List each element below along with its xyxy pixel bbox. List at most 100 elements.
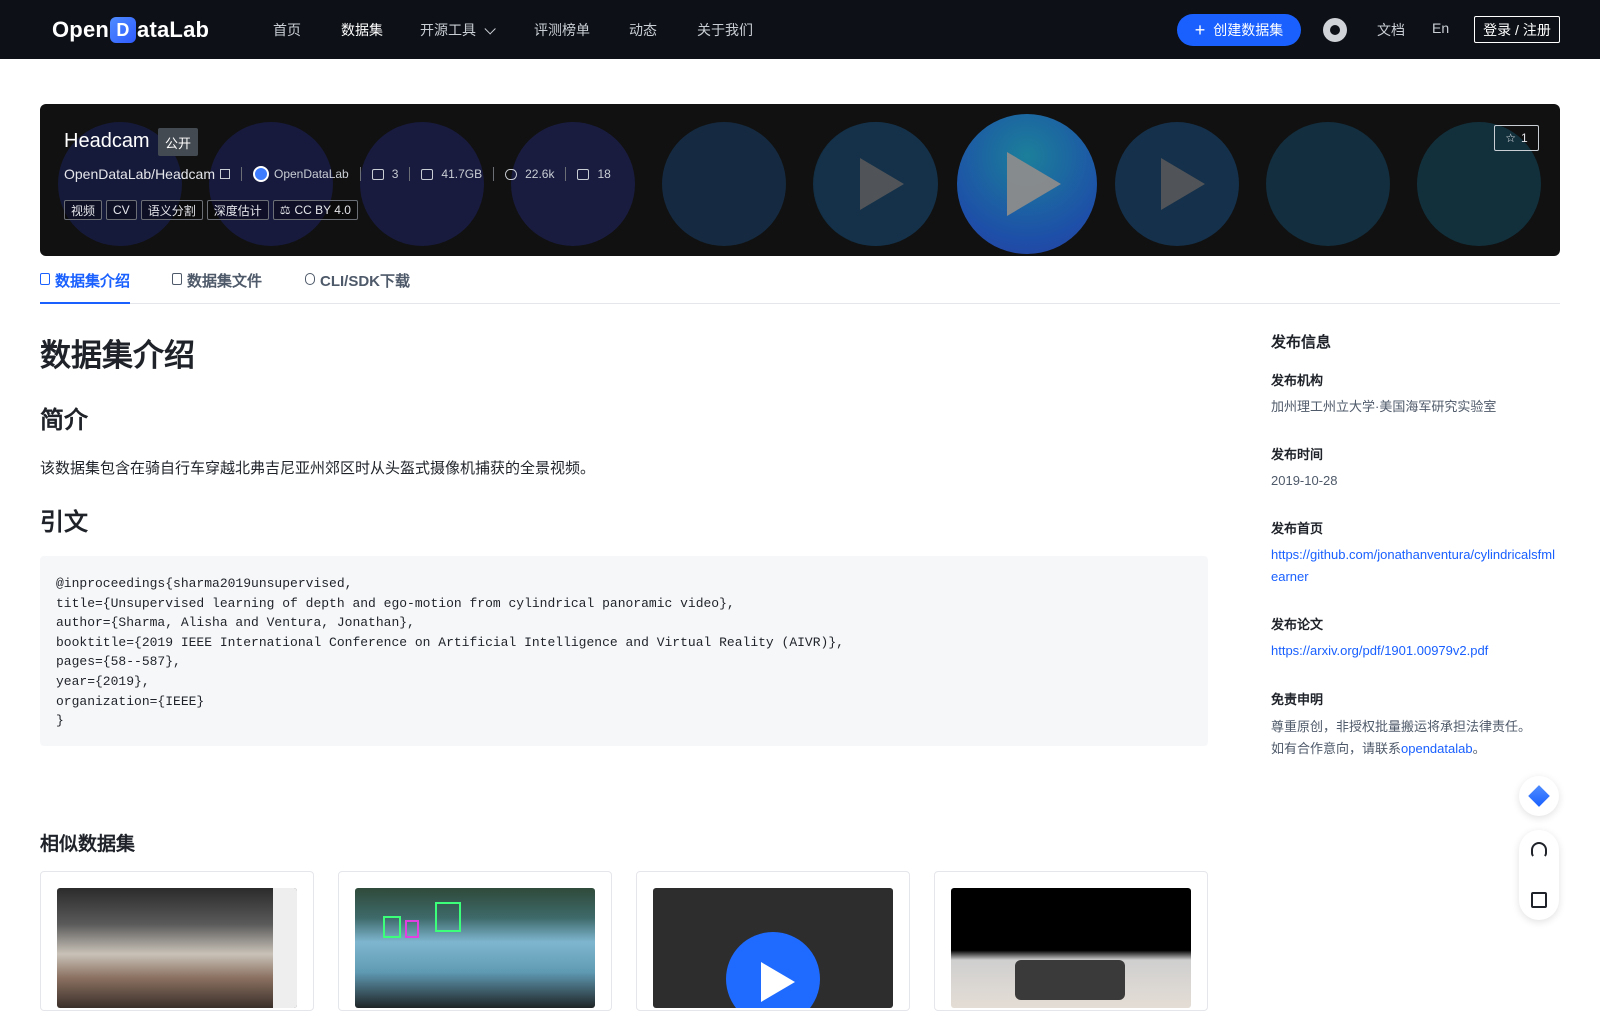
create-dataset-label: 创建数据集 [1213, 22, 1284, 38]
dataset-hero-banner: Headcam 公开 OpenDataLab/Headcam OpenDataL… [40, 104, 1560, 256]
dataset-title: Headcam [64, 130, 150, 152]
dataset-thumbnail [951, 888, 1191, 1008]
nav-tools-label: 开源工具 [420, 22, 476, 38]
contact-link[interactable]: opendatalab [1401, 741, 1473, 756]
preview-thumbnail [511, 122, 635, 246]
similar-dataset-card[interactable] [934, 871, 1208, 1011]
similar-dataset-card[interactable] [338, 871, 612, 1011]
paper-label: 发布论文 [1271, 617, 1324, 632]
intro-text: 该数据集包含在骑自行车穿越北弗吉尼亚州郊区时从头盔式摄像机捕获的全景视频。 [40, 460, 596, 477]
create-dataset-button[interactable]: + 创建数据集 [1177, 14, 1301, 46]
preview-thumbnail [209, 122, 333, 246]
similar-datasets-heading: 相似数据集 [40, 834, 136, 855]
paper-link[interactable]: https://arxiv.org/pdf/1901.00979v2.pdf [1271, 640, 1561, 662]
license-tag[interactable]: ⚖ CC BY 4.0 [272, 200, 358, 220]
tab-label: 数据集文件 [187, 273, 263, 290]
opendatalab-logo[interactable]: Open D ataLab [52, 15, 209, 45]
customer-service-icon[interactable] [1531, 842, 1547, 858]
dataset-tags: 视频 CV 语义分割 深度估计 ⚖ CC BY 4.0 [64, 200, 358, 220]
preview-thumbnail [360, 122, 484, 246]
view-count: 22.6k [525, 167, 555, 181]
dataset-tabs: 数据集介绍 数据集文件 CLI/SDK下载 [40, 264, 1560, 304]
nav-about[interactable]: 关于我们 [697, 20, 753, 40]
dataset-thumbnail [57, 888, 297, 1008]
tab-label: CLI/SDK下载 [320, 273, 411, 290]
play-icon[interactable] [957, 114, 1097, 254]
disclaimer-label: 免责申明 [1271, 692, 1324, 707]
publish-time-label: 发布时间 [1271, 447, 1324, 462]
scale-icon: ⚖ [279, 203, 291, 217]
citation-code-block: @inproceedings{sharma2019unsupervised, t… [40, 556, 1208, 746]
logo-mark: D [110, 17, 137, 43]
nav-home[interactable]: 首页 [273, 20, 301, 40]
tab-dataset-intro[interactable]: 数据集介绍 [40, 270, 131, 304]
publish-info-title: 发布信息 [1271, 334, 1332, 351]
similar-dataset-card[interactable] [636, 871, 910, 1011]
files-icon [371, 168, 384, 180]
publisher-value: 加州理工州立大学·美国海军研究实验室 [1271, 399, 1497, 414]
star-count: 1 [1521, 131, 1528, 145]
disclaimer-line: 尊重原创，非授权批量搬运将承担法律责任。 [1271, 719, 1532, 734]
dataset-org[interactable]: OpenDataLab [274, 167, 349, 181]
disclaimer-line: 如有合作意向，请联系opendatalab。 [1271, 738, 1561, 760]
chevron-down-icon [484, 23, 496, 35]
divider [565, 167, 567, 181]
file-count: 3 [391, 167, 399, 181]
homepage-link[interactable]: https://github.com/jonathanventura/cylin… [1271, 544, 1561, 588]
homepage-label: 发布首页 [1271, 521, 1324, 536]
divider [359, 167, 361, 181]
tag-cv[interactable]: CV [106, 200, 137, 220]
feedback-icon[interactable] [1531, 892, 1547, 908]
disclaimer-suffix: 。 [1472, 741, 1486, 756]
login-register-button[interactable]: 登录 / 注册 [1474, 16, 1560, 43]
nav-docs[interactable]: 文档 [1377, 20, 1405, 40]
download-icon [577, 168, 590, 180]
tab-label: 数据集介绍 [55, 273, 131, 290]
tab-dataset-files[interactable]: 数据集文件 [172, 270, 262, 304]
dataset-thumbnail [355, 888, 595, 1008]
nav-open-source-tools[interactable]: 开源工具 [420, 20, 496, 40]
divider [493, 167, 495, 181]
tag-depth-estimation[interactable]: 深度估计 [206, 200, 269, 220]
file-icon [172, 273, 182, 285]
citation-heading: 引文 [40, 509, 88, 536]
nav-leaderboard[interactable]: 评测榜单 [534, 20, 590, 40]
play-icon [1115, 122, 1239, 246]
similar-dataset-card[interactable] [40, 871, 314, 1011]
copy-icon[interactable] [220, 169, 230, 179]
nav-datasets[interactable]: 数据集 [341, 20, 383, 40]
dataset-size: 41.7GB [441, 167, 483, 181]
divider [409, 167, 411, 181]
intro-heading: 简介 [40, 407, 88, 434]
top-navbar: Open D ataLab 首页 数据集 开源工具 评测榜单 动态 关于我们 +… [0, 0, 1600, 59]
tab-cli-sdk-download[interactable]: CLI/SDK下载 [305, 270, 410, 304]
eye-icon [505, 168, 518, 180]
tag-video[interactable]: 视频 [64, 200, 103, 220]
star-button[interactable]: ☆ 1 [1494, 125, 1539, 151]
star-icon: ☆ [1505, 131, 1517, 145]
diamond-logo-icon [1528, 785, 1550, 807]
storage-icon [421, 168, 434, 180]
database-icon [40, 273, 50, 285]
nav-news[interactable]: 动态 [629, 20, 657, 40]
language-switch[interactable]: En [1432, 20, 1449, 36]
disclaimer-text: 尊重原创，非授权批量搬运将承担法律责任。 如有合作意向，请联系opendatal… [1271, 716, 1561, 760]
tag-semantic-segmentation[interactable]: 语义分割 [140, 200, 203, 220]
preview-thumbnail [662, 122, 786, 246]
dataset-meta: OpenDataLab/Headcam OpenDataLab 3 41.7GB… [64, 166, 611, 182]
floating-action-group [1519, 830, 1559, 920]
dataset-thumbnail [653, 888, 893, 1008]
floating-logo-button[interactable] [1519, 776, 1559, 816]
logo-text-right: ataLab [137, 17, 210, 42]
logo-text-left: Open [52, 17, 110, 42]
publisher-label: 发布机构 [1271, 373, 1324, 388]
publish-time-value: 2019-10-28 [1271, 473, 1338, 488]
page-title: 数据集介绍 [40, 338, 195, 373]
org-avatar-icon [253, 166, 269, 182]
divider [241, 167, 242, 181]
github-icon[interactable] [1323, 18, 1347, 42]
download-count: 18 [597, 167, 611, 181]
license-label: CC BY 4.0 [294, 203, 351, 217]
disclaimer-prefix: 如有合作意向，请联系 [1271, 741, 1402, 756]
play-icon [814, 122, 938, 246]
